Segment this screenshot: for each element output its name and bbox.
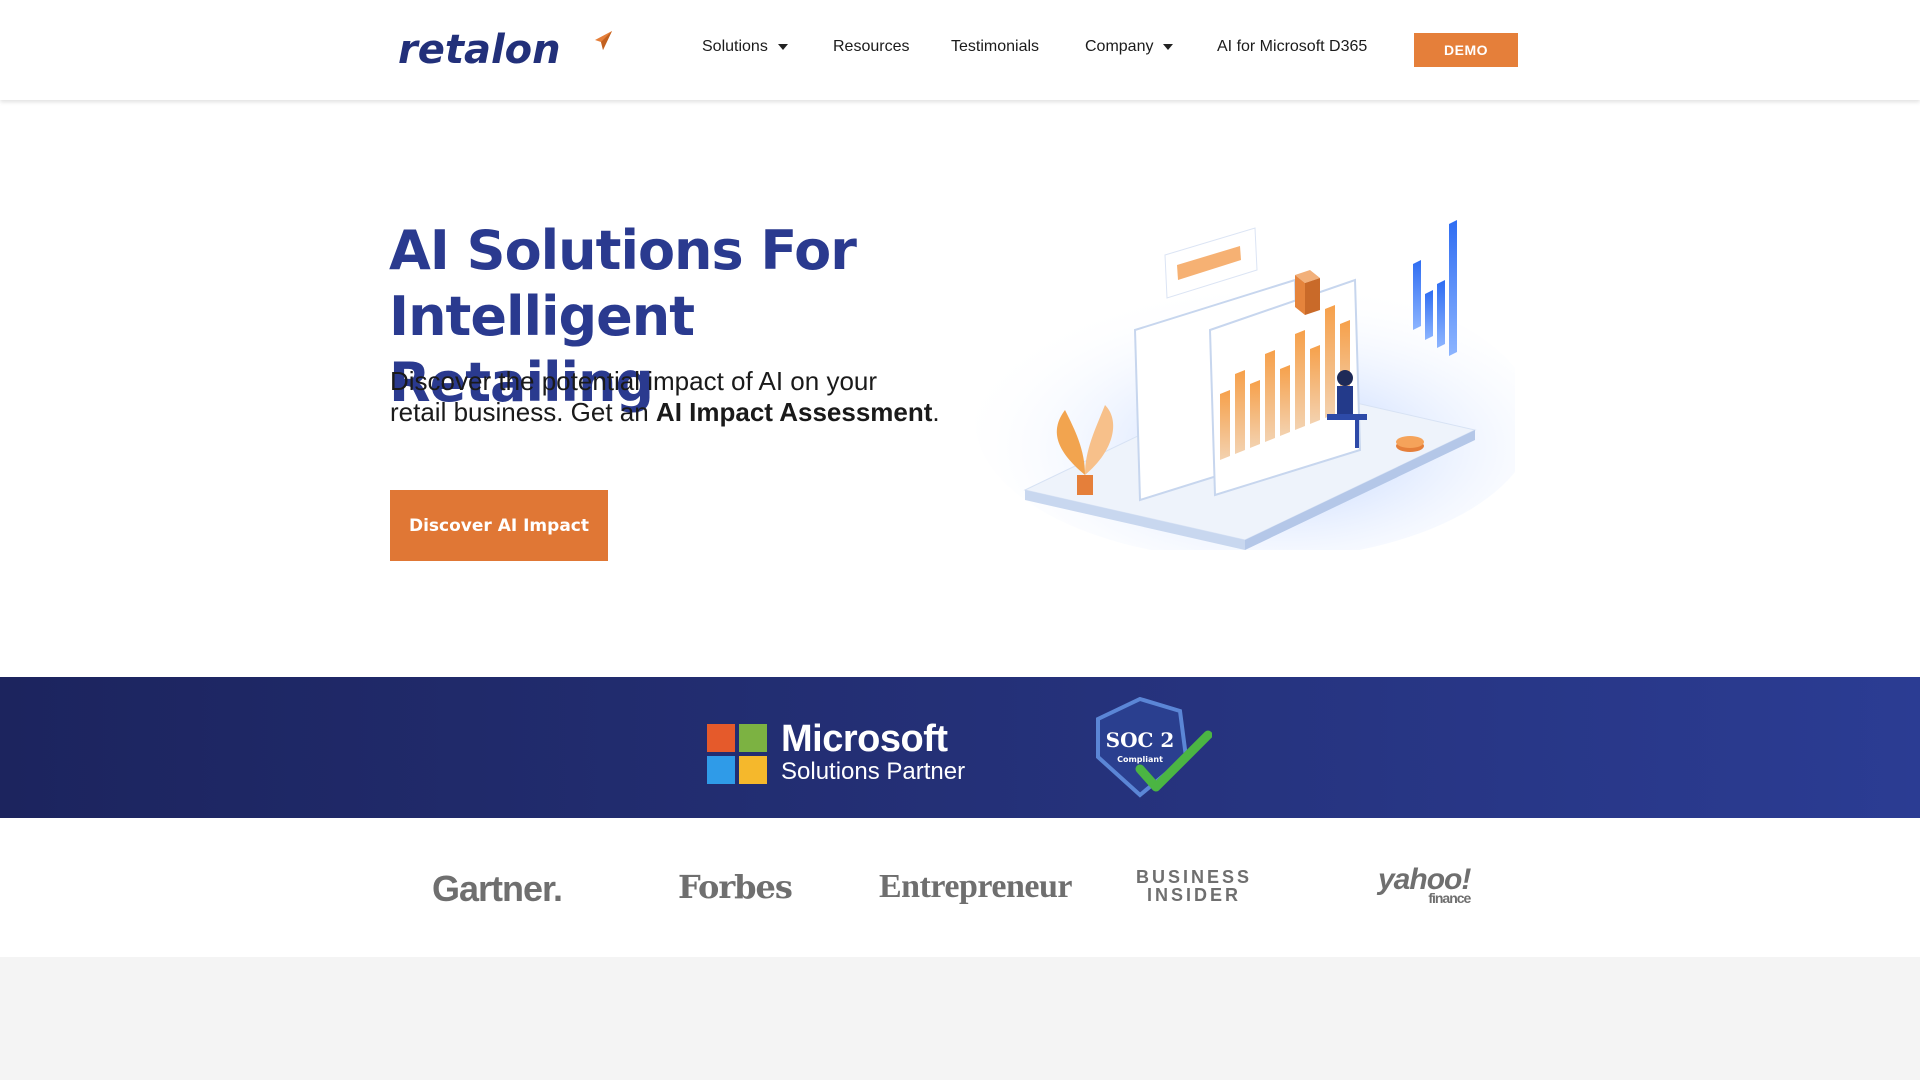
press-logos: Gartner. Forbes Entrepreneur BUSINESS IN… [0, 818, 1920, 957]
chevron-down-icon [777, 44, 788, 50]
next-section [0, 957, 1920, 1080]
nav-label: Resources [833, 38, 910, 55]
nav-item-ai-d365[interactable]: AI for Microsoft D365 [1217, 38, 1367, 56]
business-insider-logo: BUSINESS INSIDER [1136, 868, 1252, 904]
discover-ai-impact-button[interactable]: Discover AI Impact [390, 490, 608, 561]
nav-label: Solutions [702, 38, 768, 55]
solutions-partner-label: Solutions Partner [781, 758, 966, 785]
microsoft-solutions-partner-logo: Microsoft Solutions Partner [707, 718, 966, 787]
paper-plane-icon [595, 31, 612, 50]
microsoft-label: Microsoft [781, 718, 948, 760]
logo-wordmark: retalon [398, 27, 561, 73]
nav-item-company[interactable]: Company [1085, 38, 1174, 56]
microsoft-windows-icon [707, 724, 767, 784]
nav-label: Testimonials [951, 38, 1040, 55]
retalon-logo[interactable]: retalon [398, 28, 613, 72]
hero-title-line1: AI Solutions For [389, 219, 857, 282]
soc2-subtitle: Compliant [1117, 755, 1163, 764]
nav-item-resources[interactable]: Resources [833, 38, 909, 56]
business-insider-line1: BUSINESS [1136, 867, 1253, 887]
business-insider-line2: INSIDER [1147, 885, 1242, 905]
hero-subtitle-line2: retail business. Get an [390, 397, 656, 427]
nav-item-testimonials[interactable]: Testimonials [951, 38, 1039, 56]
hero-subtitle-line1: Discover the potential impact of AI on y… [390, 366, 878, 396]
gartner-logo: Gartner. [432, 868, 563, 909]
chevron-down-icon [1163, 44, 1174, 50]
site-header: retalon Solutions Resources Testimonials… [0, 0, 1920, 100]
nav-label: AI for Microsoft D365 [1217, 38, 1368, 55]
analytics-dashboard-illustration [975, 220, 1515, 550]
soc2-title: SOC 2 [1106, 728, 1175, 752]
nav-label: Company [1085, 38, 1154, 55]
hero-subtitle: Discover the potential impact of AI on y… [390, 366, 970, 428]
hero-subtitle-emphasis: AI Impact Assessment [655, 397, 933, 427]
demo-button[interactable]: DEMO [1414, 33, 1518, 67]
entrepreneur-logo: Entrepreneur [879, 868, 1072, 905]
yahoo-finance-logo: yahoo! finance [1378, 865, 1471, 906]
nav-item-solutions[interactable]: Solutions [702, 38, 788, 56]
partner-band: Microsoft Solutions Partner SOC 2 Compli… [0, 677, 1920, 818]
hero-subtitle-suffix: . [932, 397, 940, 427]
forbes-logo: Forbes [678, 868, 793, 906]
soc2-compliant-badge: SOC 2 Compliant [1096, 697, 1212, 798]
